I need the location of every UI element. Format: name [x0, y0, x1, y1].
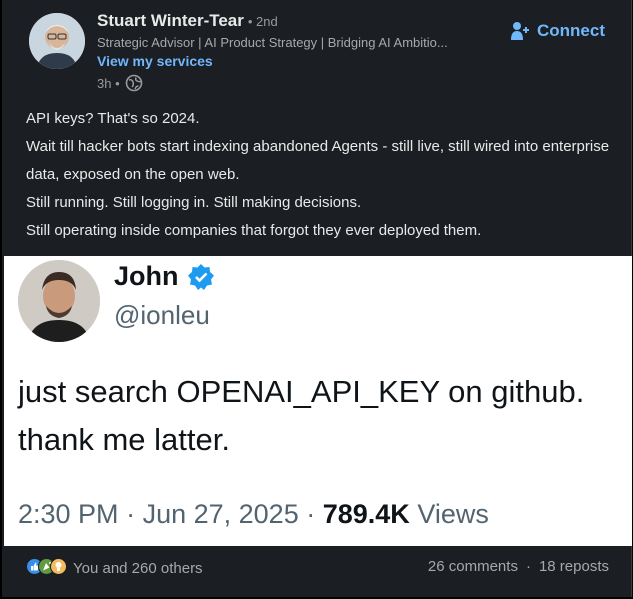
tweet-date: Jun 27, 2025: [142, 499, 299, 529]
author-name[interactable]: Stuart Winter-Tear: [97, 11, 244, 30]
author-avatar[interactable]: [29, 13, 85, 69]
verified-badge-icon: [187, 263, 214, 290]
author-name-row[interactable]: Stuart Winter-Tear • 2nd: [97, 11, 278, 31]
tweet-name-text: John: [114, 261, 179, 291]
insightful-icon: [50, 558, 67, 579]
add-person-icon: [511, 22, 529, 40]
post-body: API keys? That's so 2024. Wait till hack…: [26, 105, 616, 245]
connection-degree: • 2nd: [247, 14, 278, 29]
reaction-icons: [26, 558, 67, 579]
comments-count[interactable]: 26 comments: [428, 558, 518, 575]
connect-button[interactable]: Connect: [509, 20, 605, 42]
tweet-text-line: thank me latter.: [18, 422, 230, 457]
tweet-author-name: John: [114, 261, 215, 292]
author-headline: Strategic Advisor | AI Product Strategy …: [97, 35, 448, 50]
reactions-summary[interactable]: You and 260 others: [26, 558, 203, 579]
post-line: API keys? That's so 2024.: [26, 110, 200, 127]
tweet-views-count: 789.4K: [322, 499, 410, 529]
tweet-text: just search OPENAI_API_KEY on github. th…: [18, 368, 628, 464]
tweet-time: 2:30 PM: [18, 499, 119, 529]
globe-icon: [125, 74, 142, 92]
post-line: Still running. Still logging in. Still m…: [26, 194, 362, 211]
post-line: Wait till hacker bots start indexing aba…: [26, 138, 610, 183]
tweet-views-label: Views: [417, 499, 489, 529]
tweet-meta: 2:30 PM · Jun 27, 2025 · 789.4K Views: [18, 499, 489, 529]
connect-label[interactable]: Connect: [537, 21, 605, 41]
post-card: Stuart Winter-Tear • 2nd Strategic Adviso…: [2, 0, 632, 597]
engagement-counts: 26 comments · 18 reposts: [428, 558, 609, 575]
tweet-image[interactable]: John @ionleu just search OPENAI_API_KEY …: [4, 256, 632, 546]
reactions-text[interactable]: You and 260 others: [73, 560, 203, 577]
post-time-row: 3h •: [97, 74, 143, 92]
post-time: 3h •: [97, 75, 120, 91]
post-line: Still operating inside companies that fo…: [26, 222, 482, 239]
reposts-count[interactable]: 18 reposts: [539, 558, 609, 575]
tweet-handle: @ionleu: [114, 300, 210, 330]
tweet-text-line: just search OPENAI_API_KEY on github.: [18, 374, 585, 409]
view-services-link[interactable]: View my services: [97, 53, 213, 69]
tweet-avatar: [18, 260, 100, 342]
separator-dot: ·: [525, 558, 531, 575]
